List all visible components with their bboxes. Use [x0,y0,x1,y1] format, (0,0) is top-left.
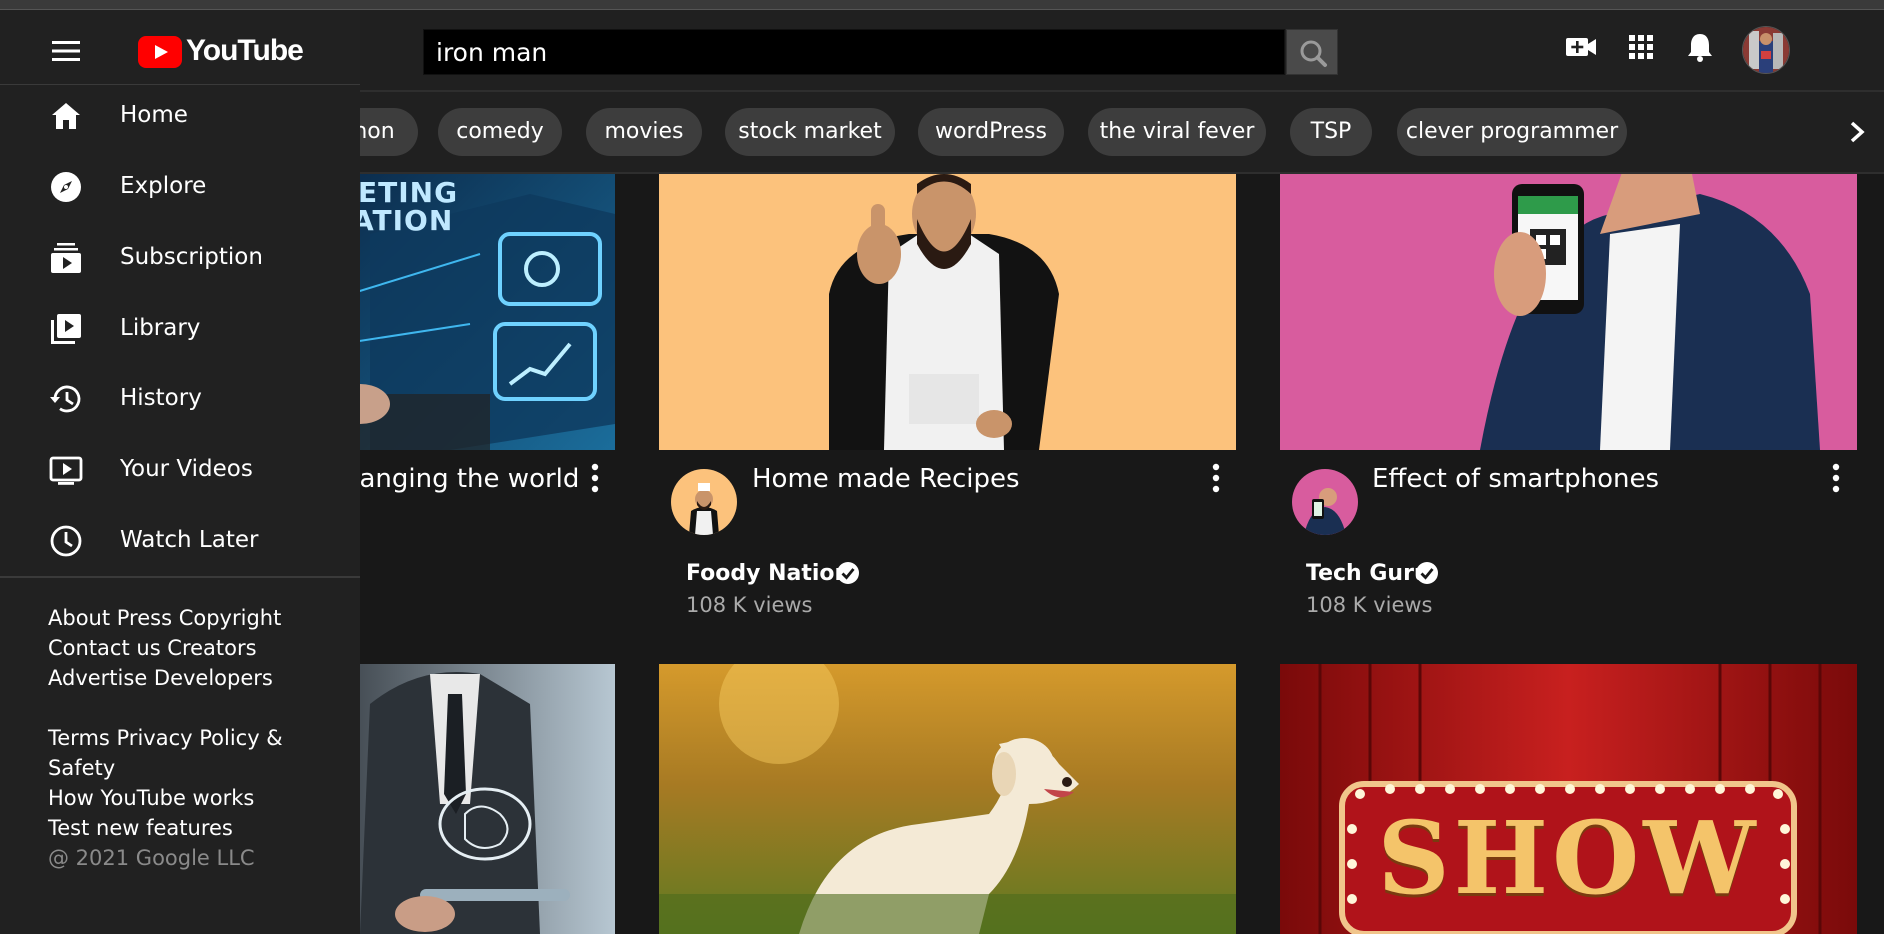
sidebar-item-label: Home [120,102,188,128]
subscriptions-icon [51,243,81,273]
verified-check-icon [1416,562,1438,584]
chip-comedy[interactable]: comedy [438,108,562,156]
sidebar-divider [0,84,360,85]
sidebar-item-label: Subscription [120,244,263,270]
create-video-icon[interactable] [1562,28,1600,66]
channel-name[interactable]: Tech Guru [1306,561,1430,586]
thumbnail-text: ATION [352,204,454,237]
footer-link-row[interactable]: Terms Privacy Policy & [48,726,283,750]
logo-wordmark: YouTube [186,34,304,67]
user-avatar[interactable] [1742,26,1790,74]
search-button[interactable] [1286,29,1338,75]
chip-movies[interactable]: movies [586,108,702,156]
view-count: 108 K views [1306,593,1433,617]
more-options-icon[interactable] [587,461,603,495]
view-count: 108 K views [686,593,813,617]
sidebar-drawer: YouTube Home Explore Subscription Librar… [0,10,360,934]
more-options-icon[interactable] [1828,461,1844,495]
video-title[interactable]: hanging the world [343,464,579,494]
chip-clever-programmer[interactable]: clever programmer [1397,108,1627,156]
chip-tsp[interactable]: TSP [1290,108,1372,156]
sidebar-item-explore[interactable]: Explore [0,157,360,217]
history-icon [50,385,81,413]
footer-link-row[interactable]: Safety [48,756,115,780]
video-thumbnail[interactable] [659,174,1236,450]
video-thumbnail[interactable] [1280,174,1857,450]
sidebar-item-your-videos[interactable]: Your Videos [0,440,360,500]
sidebar-item-label: History [120,385,202,411]
channel-name[interactable]: Foody Nation [686,561,850,586]
library-icon [51,314,81,344]
copyright-text: @ 2021 Google LLC [48,846,255,870]
home-icon [52,103,80,129]
video-title[interactable]: Home made Recipes [752,464,1020,494]
sidebar-item-library[interactable]: Library [0,299,360,359]
notifications-bell-icon[interactable] [1681,28,1719,66]
sidebar-item-label: Library [120,315,201,341]
sidebar-item-label: Your Videos [120,456,253,482]
thumbnail-text: SHOW [1377,799,1760,917]
compass-icon [51,172,81,202]
video-thumbnail[interactable]: SHOW [1280,664,1857,934]
chevron-right-icon[interactable] [1842,114,1872,150]
channel-avatar[interactable] [1292,469,1358,535]
footer-link-row[interactable]: Contact us Creators [48,636,257,660]
video-thumbnail[interactable] [659,664,1236,934]
youtube-play-logo-icon [138,36,182,68]
hamburger-menu-icon[interactable] [50,38,82,64]
chip-wordpress[interactable]: wordPress [918,108,1064,156]
sidebar-item-watch-later[interactable]: Watch Later [0,511,360,571]
chip-the-viral-fever[interactable]: the viral fever [1088,108,1266,156]
channel-avatar[interactable] [671,469,737,535]
sidebar-item-label: Watch Later [120,527,259,553]
footer-link-row[interactable]: How YouTube works [48,786,254,810]
chip-stock-market[interactable]: stock market [725,108,895,156]
verified-check-icon [837,562,859,584]
sidebar-divider [0,576,360,578]
search-icon [1300,40,1327,67]
footer-link-row[interactable]: Test new features [48,816,233,840]
video-thumbnail[interactable]: ETING ATION [330,174,615,450]
footer-link-row[interactable]: About Press Copyright [48,606,281,630]
window-top-border [0,0,1884,10]
sidebar-item-home[interactable]: Home [0,86,360,146]
your-videos-icon [49,456,83,485]
clock-icon [50,525,82,557]
sidebar-item-history[interactable]: History [0,369,360,429]
video-thumbnail[interactable] [330,664,615,934]
footer-link-row[interactable]: Advertise Developers [48,666,273,690]
apps-grid-icon[interactable] [1622,28,1660,66]
search-input[interactable] [423,29,1285,75]
video-title[interactable]: Effect of smartphones [1372,464,1659,494]
sidebar-item-label: Explore [120,173,207,199]
sidebar-item-subscription[interactable]: Subscription [0,228,360,288]
more-options-icon[interactable] [1208,461,1224,495]
